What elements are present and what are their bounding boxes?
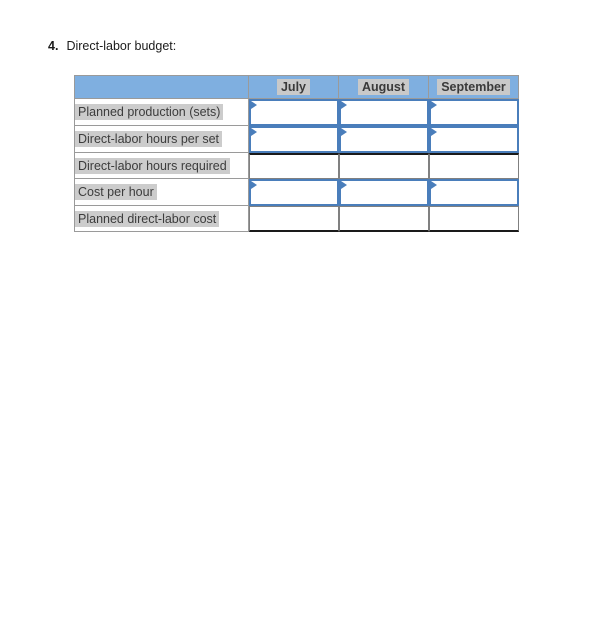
cell-hours-required-july bbox=[249, 153, 339, 179]
table-header: July August September bbox=[74, 75, 519, 99]
table-row: Direct-labor hours required bbox=[74, 153, 519, 179]
column-header-august-label: August bbox=[357, 79, 410, 95]
table-body: Planned production (sets) Direct-labor h… bbox=[74, 99, 519, 232]
direct-labor-budget-table-wrapper: July August September Planned production… bbox=[74, 75, 519, 232]
value-planned-direct-labor-cost-july bbox=[252, 207, 335, 230]
input-cost-per-hour-july[interactable] bbox=[259, 181, 336, 204]
triangle-right-marker-icon bbox=[341, 101, 347, 109]
triangle-right-marker-icon bbox=[431, 101, 437, 109]
table-row: Cost per hour bbox=[74, 179, 519, 206]
value-planned-direct-labor-cost-august bbox=[342, 207, 425, 230]
table-corner-header-cell bbox=[74, 75, 249, 99]
input-hours-per-set-august[interactable] bbox=[349, 128, 426, 151]
cell-hours-per-set-july[interactable] bbox=[249, 126, 339, 153]
cell-cost-per-hour-july[interactable] bbox=[249, 179, 339, 206]
cell-cost-per-hour-august[interactable] bbox=[339, 179, 429, 206]
value-hours-required-july bbox=[252, 155, 335, 178]
value-hours-required-august bbox=[342, 155, 425, 178]
question-heading: 4. Direct-labor budget: bbox=[48, 39, 176, 53]
row-label-planned-direct-labor-cost: Planned direct-labor cost bbox=[74, 206, 249, 232]
row-label-planned-production: Planned production (sets) bbox=[74, 99, 249, 126]
triangle-right-marker-icon bbox=[251, 101, 257, 109]
cell-planned-production-august[interactable] bbox=[339, 99, 429, 126]
value-planned-direct-labor-cost-september bbox=[432, 207, 515, 230]
row-label-planned-production-text: Planned production (sets) bbox=[75, 104, 224, 120]
cell-planned-production-september[interactable] bbox=[429, 99, 519, 126]
column-header-july-label: July bbox=[276, 79, 310, 95]
table-row: Direct-labor hours per set bbox=[74, 126, 519, 153]
direct-labor-budget-table: July August September Planned production… bbox=[74, 75, 519, 232]
page-title: Direct-labor budget: bbox=[66, 39, 177, 53]
table-corner-header-label bbox=[75, 76, 248, 98]
input-planned-production-august[interactable] bbox=[349, 101, 426, 124]
cell-cost-per-hour-september[interactable] bbox=[429, 179, 519, 206]
row-label-hours-per-set: Direct-labor hours per set bbox=[74, 126, 249, 153]
cell-planned-production-july[interactable] bbox=[249, 99, 339, 126]
input-hours-per-set-july[interactable] bbox=[259, 128, 336, 151]
column-header-august: August bbox=[339, 75, 429, 99]
input-cost-per-hour-august[interactable] bbox=[349, 181, 426, 204]
column-header-september: September bbox=[429, 75, 519, 99]
triangle-right-marker-icon bbox=[431, 128, 437, 136]
input-cost-per-hour-september[interactable] bbox=[439, 181, 516, 204]
row-label-hours-required: Direct-labor hours required bbox=[74, 153, 249, 179]
question-number: 4. bbox=[48, 39, 59, 53]
column-header-july: July bbox=[249, 75, 339, 99]
cell-hours-required-september bbox=[429, 153, 519, 179]
row-label-cost-per-hour: Cost per hour bbox=[74, 179, 249, 206]
table-header-row: July August September bbox=[74, 75, 519, 99]
table-row: Planned direct-labor cost bbox=[74, 206, 519, 232]
cell-hours-required-august bbox=[339, 153, 429, 179]
table-row: Planned production (sets) bbox=[74, 99, 519, 126]
row-label-hours-required-text: Direct-labor hours required bbox=[75, 157, 230, 174]
input-hours-per-set-september[interactable] bbox=[439, 128, 516, 151]
triangle-right-marker-icon bbox=[251, 181, 257, 189]
triangle-right-marker-icon bbox=[431, 181, 437, 189]
worksheet-page: 4. Direct-labor budget: July August Sept… bbox=[0, 0, 601, 641]
triangle-right-marker-icon bbox=[251, 128, 257, 136]
row-label-cost-per-hour-text: Cost per hour bbox=[75, 184, 157, 200]
input-planned-production-july[interactable] bbox=[259, 101, 336, 124]
cell-hours-per-set-august[interactable] bbox=[339, 126, 429, 153]
cell-planned-direct-labor-cost-july bbox=[249, 206, 339, 232]
value-hours-required-september bbox=[432, 155, 515, 178]
cell-hours-per-set-september[interactable] bbox=[429, 126, 519, 153]
row-label-planned-direct-labor-cost-text: Planned direct-labor cost bbox=[75, 210, 220, 227]
triangle-right-marker-icon bbox=[341, 181, 347, 189]
cell-planned-direct-labor-cost-august bbox=[339, 206, 429, 232]
triangle-right-marker-icon bbox=[341, 128, 347, 136]
input-planned-production-september[interactable] bbox=[439, 101, 516, 124]
column-header-september-label: September bbox=[437, 79, 510, 95]
row-label-hours-per-set-text: Direct-labor hours per set bbox=[75, 131, 223, 147]
cell-planned-direct-labor-cost-september bbox=[429, 206, 519, 232]
